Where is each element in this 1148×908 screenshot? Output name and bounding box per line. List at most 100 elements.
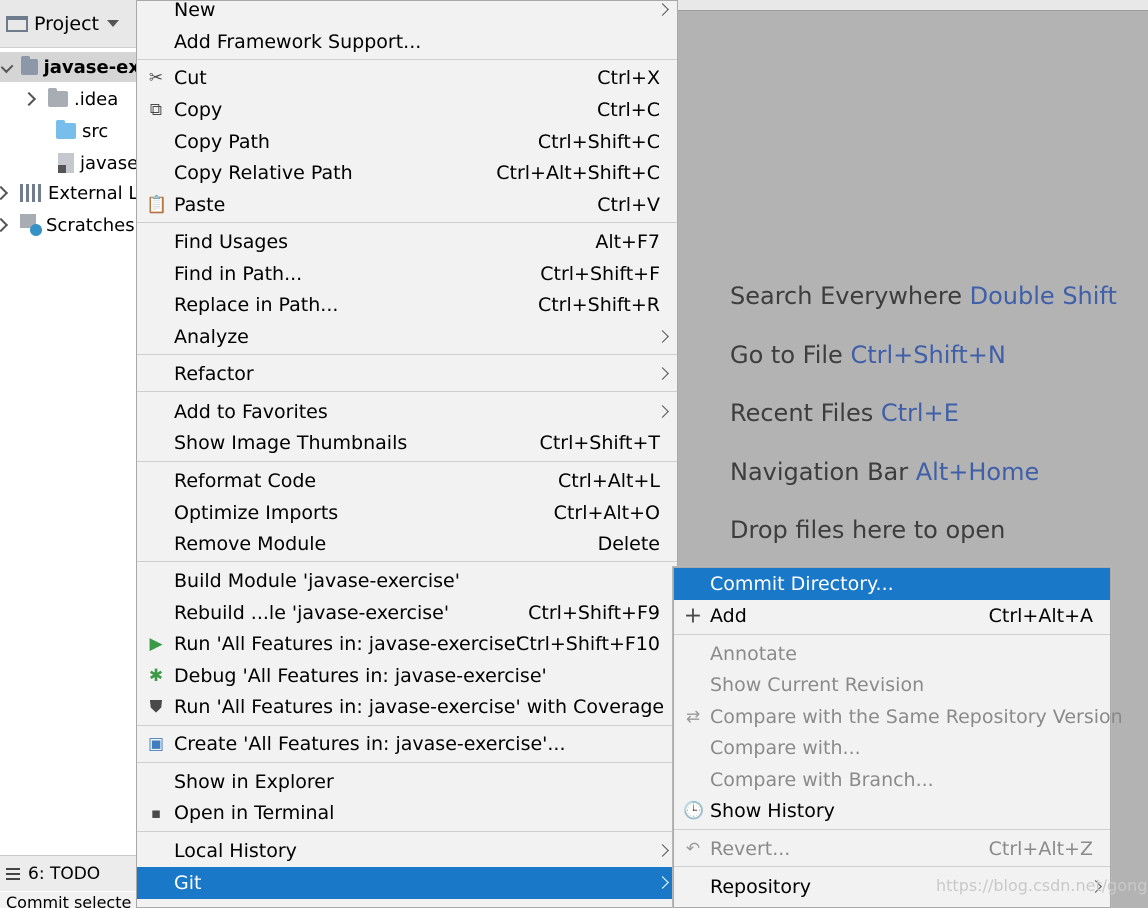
chevron-right-icon[interactable]: [21, 91, 37, 107]
chevron-down-icon[interactable]: [107, 20, 120, 27]
hint-drop-files: Drop files here to open: [730, 516, 1006, 544]
run-configuration-icon: ▣: [147, 734, 165, 754]
watermark: https://blog.csdn.net/gongaio: [936, 876, 1148, 895]
menu-item-rebuild-module[interactable]: Rebuild ...le 'javase-exercise' Ctrl+Shif…: [137, 598, 677, 628]
compare-arrows-icon: ⇄: [685, 707, 701, 727]
menu-item-optimize-imports[interactable]: Optimize Imports Ctrl+Alt+O: [137, 498, 677, 528]
menu-item-commit-directory[interactable]: Commit Directory...: [674, 568, 1110, 600]
menu-separator: [137, 354, 677, 355]
clock-icon: 🕒: [683, 801, 705, 821]
menu-separator: [137, 461, 677, 462]
menu-item-show-image-thumbnails[interactable]: Show Image Thumbnails Ctrl+Shift+T: [137, 428, 677, 458]
hint-navigation-bar: Navigation Bar Alt+Home: [730, 458, 1040, 486]
project-panel: Project javase-ex .idea src javase Exter…: [0, 0, 140, 908]
scratches-icon: [20, 214, 42, 236]
menu-item-paste[interactable]: 📋 Paste Ctrl+V: [137, 190, 677, 220]
tree-item-label: .idea: [74, 88, 119, 110]
menu-item-revert[interactable]: ↶ Revert... Ctrl+Alt+Z: [674, 834, 1110, 864]
menu-separator: [137, 222, 677, 223]
scissors-icon: ✂: [148, 68, 164, 88]
menu-item-show-history[interactable]: 🕒 Show History: [674, 796, 1110, 826]
chevron-down-icon[interactable]: [0, 60, 14, 74]
tree-item-external-libraries[interactable]: External L: [0, 178, 138, 208]
tree-item-src[interactable]: src: [0, 116, 108, 146]
menu-item-copy[interactable]: ⧉ Copy Ctrl+C: [137, 95, 677, 125]
menu-item-local-history[interactable]: Local History: [137, 836, 677, 866]
clipboard-icon: 📋: [146, 195, 168, 215]
menu-item-copy-path[interactable]: Copy Path Ctrl+Shift+C: [137, 127, 677, 157]
menu-item-open-in-terminal[interactable]: ▪ Open in Terminal: [137, 798, 677, 828]
library-icon: [20, 184, 42, 202]
menu-separator: [674, 829, 1110, 830]
menu-separator: [674, 866, 1110, 867]
menu-item-find-usages[interactable]: Find Usages Alt+F7: [137, 227, 677, 257]
menu-item-annotate[interactable]: Annotate: [674, 639, 1110, 669]
menu-item-compare-same-repo[interactable]: ⇄ Compare with the Same Repository Versio…: [674, 702, 1123, 732]
project-title: Project: [34, 12, 100, 35]
menu-separator: [137, 762, 677, 763]
editor-tab-bar: [678, 0, 1148, 10]
menu-item-compare-with-branch[interactable]: Compare with Branch...: [674, 765, 1110, 795]
submenu-arrow-icon: [656, 844, 669, 857]
menu-item-create-configuration[interactable]: ▣ Create 'All Features in: javase-exercis…: [137, 729, 677, 759]
hint-go-to-file: Go to File Ctrl+Shift+N: [730, 341, 1006, 369]
todo-label: 6: TODO: [28, 863, 101, 884]
menu-separator: [137, 391, 677, 392]
menu-separator: [137, 725, 677, 726]
menu-item-remove-module[interactable]: Remove Module Delete: [137, 529, 677, 559]
tree-item-label: Scratches: [46, 214, 135, 236]
tree-item-module-root[interactable]: javase-ex: [0, 52, 140, 82]
tree-item-label: src: [82, 120, 109, 142]
submenu-arrow-icon: [656, 876, 669, 889]
menu-item-run[interactable]: ▶ Run 'All Features in: javase-exercise' C…: [137, 629, 677, 659]
git-submenu: Commit Directory... + Add Ctrl+Alt+A Annot…: [673, 567, 1123, 908]
menu-item-replace-in-path[interactable]: Replace in Path... Ctrl+Shift+R: [137, 290, 677, 320]
menu-item-show-current-revision[interactable]: Show Current Revision: [674, 670, 1110, 700]
submenu-arrow-icon: [656, 3, 669, 16]
project-context-menu: New Add Framework Support... ✂ Cut Ctrl+X …: [136, 0, 678, 908]
submenu-arrow-icon: [656, 367, 669, 380]
todo-tool-button[interactable]: 6: TODO: [0, 855, 140, 891]
menu-separator: [137, 831, 677, 832]
menu-item-add-framework[interactable]: Add Framework Support...: [137, 27, 677, 57]
menu-separator: [137, 59, 677, 60]
chevron-right-icon[interactable]: [0, 217, 9, 233]
tree-item-label: javase-ex: [43, 56, 140, 78]
project-view-selector[interactable]: Project: [0, 0, 140, 48]
menu-item-git-add[interactable]: + Add Ctrl+Alt+A: [674, 601, 1110, 631]
tree-item-scratches[interactable]: Scratches: [0, 210, 135, 240]
tree-item-label: javase: [80, 152, 139, 174]
menu-item-add-to-favorites[interactable]: Add to Favorites: [137, 397, 677, 427]
menu-separator: [674, 634, 1110, 635]
menu-item-copy-relative-path[interactable]: Copy Relative Path Ctrl+Alt+Shift+C: [137, 158, 677, 188]
submenu-arrow-icon: [656, 330, 669, 343]
tree-item-iml[interactable]: javase: [0, 148, 138, 178]
menu-item-cut[interactable]: ✂ Cut Ctrl+X: [137, 63, 677, 93]
folder-icon: [48, 88, 68, 107]
menu-separator: [137, 561, 677, 562]
source-folder-icon: [56, 120, 76, 139]
menu-item-build-module[interactable]: Build Module 'javase-exercise': [137, 566, 677, 596]
debug-bug-icon: ✱: [148, 666, 164, 686]
module-folder-icon: [21, 56, 38, 75]
submenu-arrow-icon: [656, 405, 669, 418]
run-icon: ▶: [149, 634, 163, 654]
chevron-right-icon[interactable]: [0, 185, 9, 201]
menu-item-analyze[interactable]: Analyze: [137, 322, 677, 352]
hint-recent-files: Recent Files Ctrl+E: [730, 399, 959, 427]
menu-item-reformat-code[interactable]: Reformat Code Ctrl+Alt+L: [137, 466, 677, 496]
menu-item-new[interactable]: New: [137, 0, 677, 25]
menu-item-debug[interactable]: ✱ Debug 'All Features in: javase-exercise…: [137, 661, 677, 691]
menu-item-show-in-explorer[interactable]: Show in Explorer: [137, 767, 677, 797]
tree-item-idea[interactable]: .idea: [0, 84, 118, 114]
module-file-icon: [58, 153, 74, 173]
menu-item-git[interactable]: Git: [137, 867, 677, 899]
menu-item-run-with-coverage[interactable]: ⛊ Run 'All Features in: javase-exercise' …: [137, 692, 677, 722]
menu-item-compare-with[interactable]: Compare with...: [674, 733, 1110, 763]
coverage-shield-icon: ⛊: [149, 697, 163, 717]
status-bar-text: Commit selecte: [0, 892, 140, 908]
menu-item-refactor[interactable]: Refactor: [137, 359, 677, 389]
menu-item-find-in-path[interactable]: Find in Path... Ctrl+Shift+F: [137, 259, 677, 289]
undo-icon: ↶: [685, 839, 701, 859]
list-icon: [6, 867, 20, 880]
